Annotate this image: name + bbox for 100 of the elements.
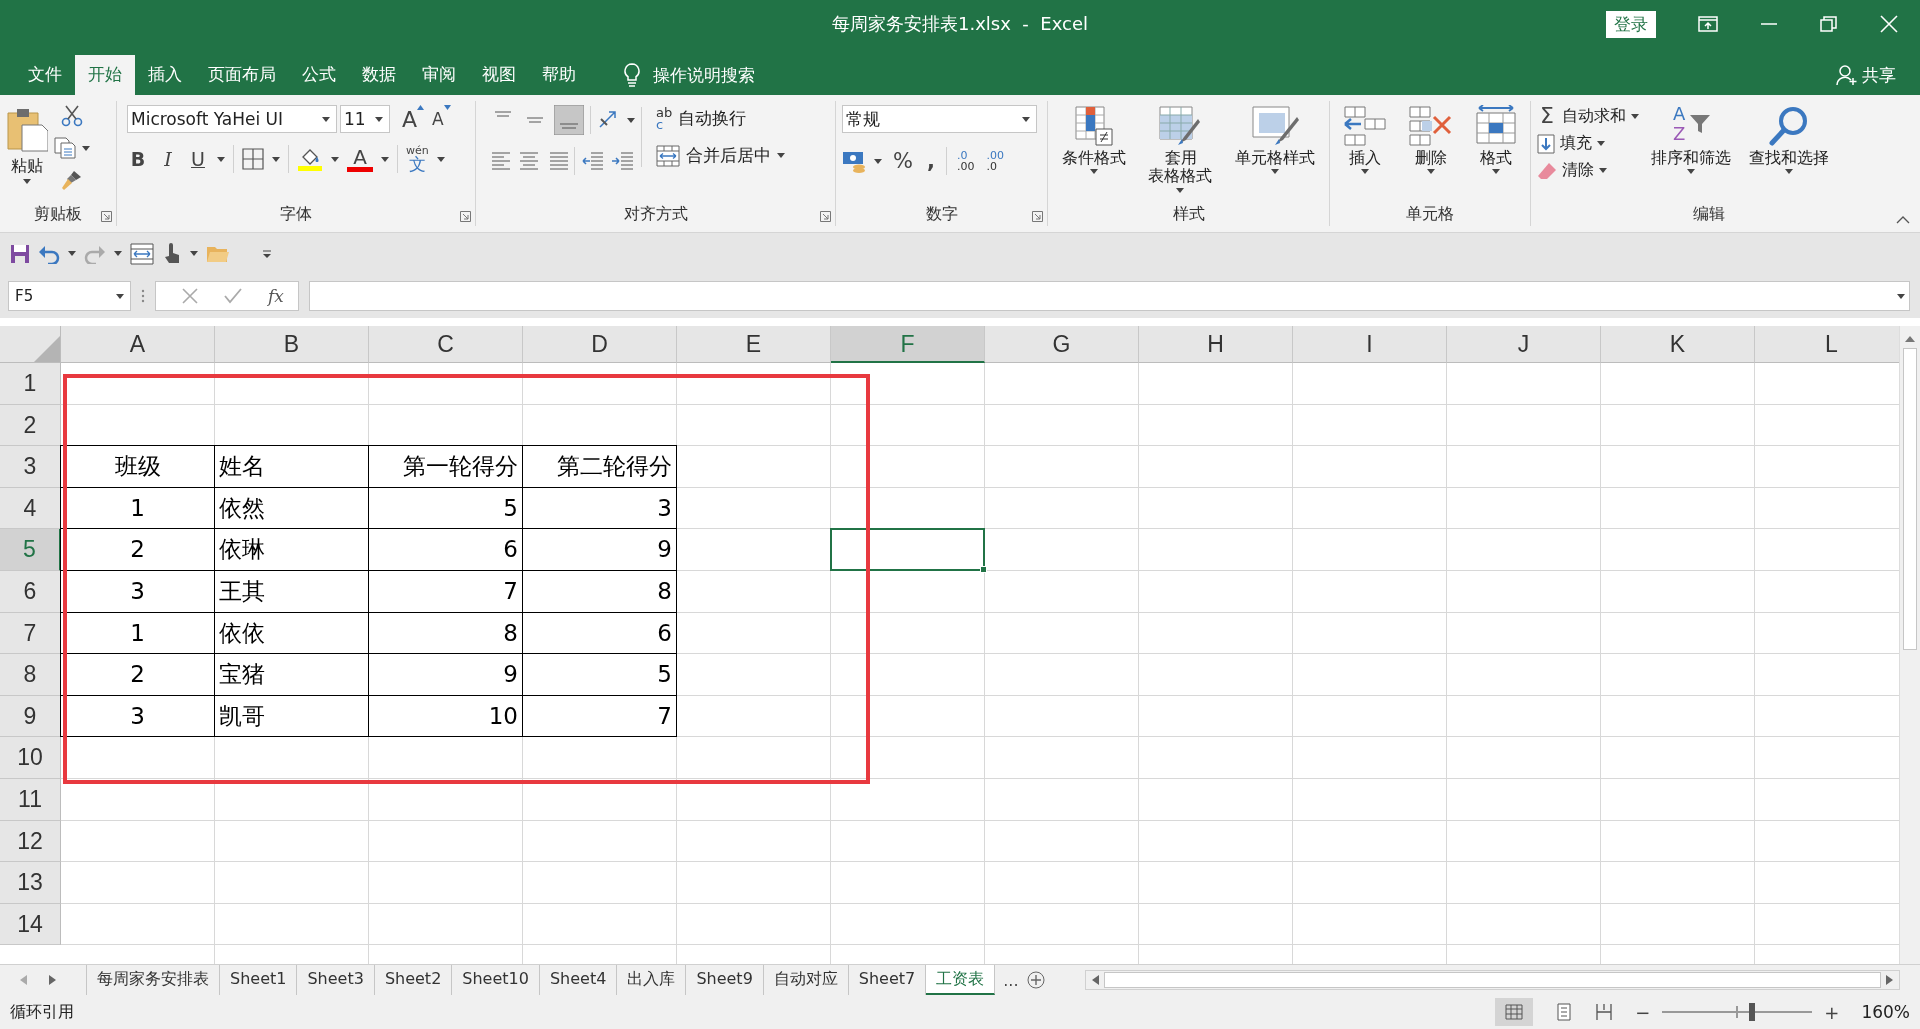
column-width-icon[interactable]: [130, 242, 154, 265]
dialog-launcher-icon[interactable]: [460, 211, 471, 222]
column-header[interactable]: C: [369, 326, 523, 363]
row-header[interactable]: 4: [0, 487, 61, 530]
column-header[interactable]: E: [677, 326, 831, 363]
number-format-field[interactable]: 常规: [842, 105, 1037, 133]
row-header[interactable]: 11: [0, 778, 61, 821]
paste-button[interactable]: 粘贴: [11, 157, 43, 176]
caret-icon[interactable]: [1022, 116, 1030, 122]
decrease-decimal-button[interactable]: .00 .0: [984, 150, 1006, 172]
normal-view-button[interactable]: [1495, 998, 1534, 1026]
row-header[interactable]: 9: [0, 695, 61, 738]
caret-icon[interactable]: [1361, 169, 1370, 175]
caret-icon[interactable]: [114, 251, 122, 256]
decrease-indent-icon[interactable]: [581, 150, 605, 172]
font-color-button[interactable]: A: [353, 146, 367, 167]
touch-mode-icon[interactable]: [162, 242, 182, 265]
column-header[interactable]: J: [1447, 326, 1601, 363]
column-header[interactable]: L: [1755, 326, 1899, 363]
paste-icon[interactable]: [6, 107, 48, 153]
format-cells-icon[interactable]: [1474, 105, 1517, 147]
add-sheet-icon[interactable]: [1026, 971, 1045, 989]
row-header[interactable]: 3: [0, 446, 61, 488]
active-cell[interactable]: [830, 528, 985, 571]
caret-icon[interactable]: [68, 251, 76, 256]
column-header[interactable]: F: [831, 326, 985, 363]
delete-button[interactable]: 删除: [1402, 105, 1460, 175]
column-header[interactable]: B: [215, 326, 369, 363]
column-header[interactable]: K: [1601, 326, 1755, 363]
caret-icon[interactable]: [436, 156, 445, 162]
customize-toolbar-icon[interactable]: [262, 249, 272, 258]
find-button[interactable]: 查找和选择: [1743, 105, 1835, 175]
shrink-font-button[interactable]: A: [432, 109, 444, 129]
grow-font-button[interactable]: A: [402, 106, 418, 132]
row-header[interactable]: 5: [0, 529, 61, 571]
ribbon-tab[interactable]: 帮助: [529, 55, 589, 95]
ribbon-tab[interactable]: 文件: [15, 55, 75, 95]
table-button[interactable]: 套用表格格式: [1142, 105, 1219, 193]
currency-icon[interactable]: [842, 149, 866, 173]
share-button[interactable]: 共享: [1862, 63, 1896, 87]
caret-icon[interactable]: [627, 117, 635, 123]
format-painter-icon[interactable]: [61, 169, 83, 191]
dialog-launcher-icon[interactable]: [820, 211, 831, 222]
caret-icon[interactable]: [1090, 169, 1099, 175]
caret-icon[interactable]: [1897, 293, 1905, 299]
caret-icon[interactable]: [1687, 169, 1695, 175]
check-icon[interactable]: [224, 288, 242, 304]
conditional-button[interactable]: 条件格式: [1056, 105, 1133, 175]
row-header[interactable]: 13: [0, 862, 61, 904]
formula-input[interactable]: [308, 281, 1910, 311]
horizontal-scrollbar[interactable]: [1084, 970, 1900, 990]
ribbon-tab[interactable]: 开始: [75, 55, 135, 95]
borders-icon[interactable]: [242, 148, 264, 170]
font-name-field[interactable]: Microsoft YaHei UI: [127, 105, 337, 133]
caret-icon[interactable]: [1270, 169, 1279, 175]
caret-icon[interactable]: [1631, 113, 1639, 119]
sum-button[interactable]: Σ 自动求和: [1537, 105, 1639, 127]
bold-button[interactable]: B: [127, 148, 149, 170]
insert-function-button[interactable]: fx: [268, 286, 284, 306]
percent-button[interactable]: %: [890, 149, 916, 173]
caret-icon[interactable]: [381, 156, 389, 162]
fill-button[interactable]: 填充: [1537, 133, 1605, 154]
page-layout-icon[interactable]: [1555, 1003, 1574, 1021]
row-header[interactable]: 2: [0, 404, 61, 447]
caret-icon[interactable]: [272, 156, 280, 162]
caret-icon[interactable]: [116, 293, 124, 299]
row-header[interactable]: 12: [0, 820, 61, 863]
caret-icon[interactable]: [322, 116, 330, 122]
scroll-left-icon[interactable]: [1091, 975, 1100, 985]
underline-button[interactable]: U: [187, 148, 209, 170]
sort-button[interactable]: A Z 排序和筛选: [1645, 105, 1737, 175]
row-header[interactable]: 6: [0, 570, 61, 613]
cell-style-button[interactable]: 单元格样式: [1228, 105, 1321, 175]
ribbon-tab[interactable]: 视图: [469, 55, 529, 95]
caret-icon[interactable]: [375, 116, 383, 122]
format-button[interactable]: 格式: [1468, 105, 1523, 175]
phonetic-button[interactable]: 文: [408, 156, 426, 173]
comma-button[interactable]: ,: [923, 149, 938, 173]
row-header[interactable]: 14: [0, 903, 61, 946]
delete-cells-icon[interactable]: [1408, 105, 1454, 147]
zoom-out-button[interactable]: −: [1635, 1001, 1651, 1023]
caret-icon[interactable]: [217, 156, 225, 162]
search-hint[interactable]: 操作说明搜索: [653, 63, 755, 87]
caret-icon[interactable]: [23, 179, 31, 185]
zoom-in-button[interactable]: +: [1824, 1001, 1840, 1023]
cell-style-icon[interactable]: [1250, 105, 1299, 147]
row-header[interactable]: 1: [0, 363, 61, 405]
row-header[interactable]: 8: [0, 654, 61, 696]
more-sheets-button[interactable]: ...: [1003, 970, 1019, 990]
caret-icon[interactable]: [874, 158, 882, 164]
row-header[interactable]: 7: [0, 612, 61, 655]
scroll-right-icon[interactable]: [1885, 975, 1893, 985]
clear-button[interactable]: 清除: [1537, 160, 1607, 181]
merge-center-button[interactable]: 合并后居中: [656, 144, 785, 168]
caret-icon[interactable]: [331, 156, 339, 162]
fill-color-icon[interactable]: [297, 147, 323, 171]
caret-icon[interactable]: [1491, 169, 1500, 175]
scroll-up-icon[interactable]: [1905, 336, 1915, 342]
scrollbar-thumb[interactable]: [1103, 972, 1881, 988]
phonetic-label[interactable]: wén: [406, 145, 429, 156]
